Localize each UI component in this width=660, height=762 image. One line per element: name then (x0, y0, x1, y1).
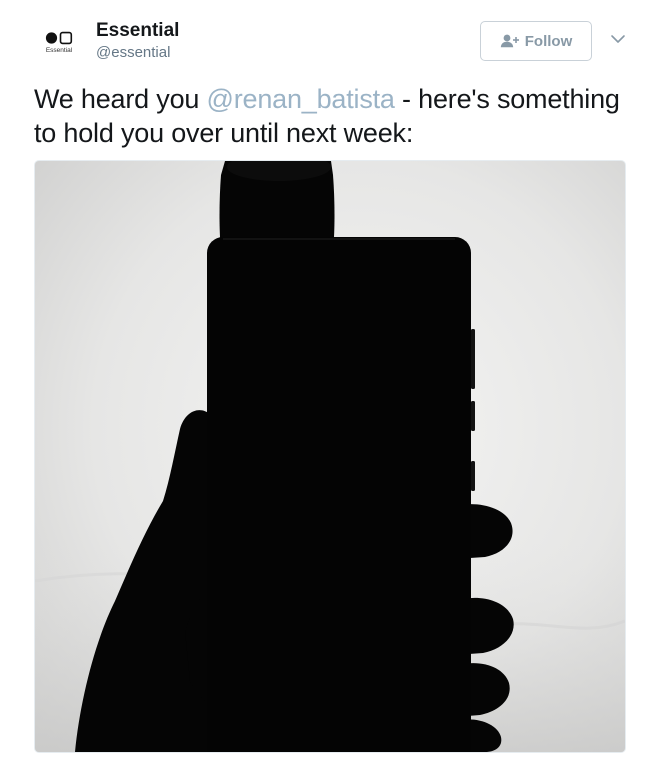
tweet-photo[interactable] (34, 160, 626, 753)
chevron-down-icon[interactable] (610, 33, 626, 45)
essential-logo-icon (45, 31, 73, 45)
display-name[interactable]: Essential (96, 20, 179, 42)
tweet-text-before: We heard you (34, 84, 207, 114)
tweet-text: We heard you @renan_batista - here's som… (34, 82, 634, 150)
avatar-caption: Essential (45, 47, 73, 54)
follow-label: Follow (524, 32, 573, 50)
avatar[interactable]: Essential (34, 20, 84, 70)
add-user-icon (500, 34, 519, 48)
mention-link[interactable]: @renan_batista (207, 84, 395, 114)
tweet-card: Essential Essential @essential Follow We… (0, 0, 660, 762)
user-handle[interactable]: @essential (96, 44, 170, 62)
photo-silhouette (35, 161, 625, 752)
follow-button[interactable]: Follow (480, 21, 592, 61)
